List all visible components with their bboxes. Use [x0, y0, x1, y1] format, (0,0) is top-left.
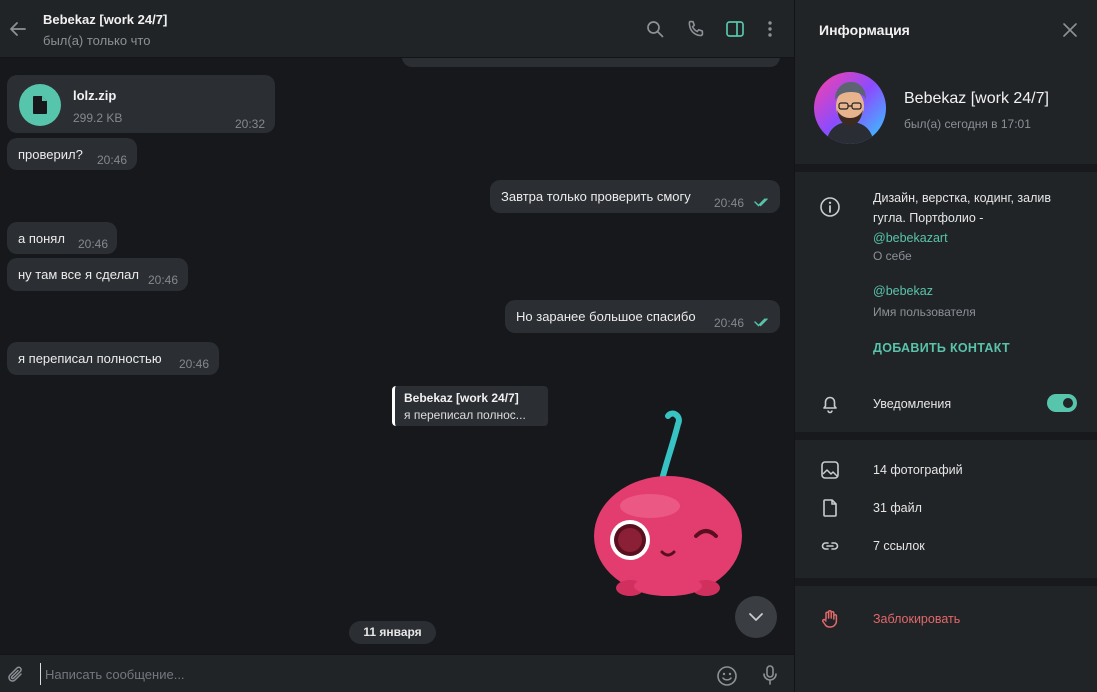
- add-contact-button[interactable]: ДОБАВИТЬ КОНТАКТ: [873, 341, 1010, 355]
- block-user-button[interactable]: Заблокировать: [873, 612, 960, 626]
- close-icon[interactable]: [1062, 22, 1078, 38]
- contact-status: был(а) сегодня в 17:01: [904, 117, 1031, 131]
- message-text: проверил?: [18, 147, 83, 162]
- chat-header: Bebekaz [work 24/7] был(а) только что: [0, 0, 794, 58]
- bio-caption: О себе: [873, 249, 912, 263]
- file-size: 299.2 KB: [73, 111, 123, 125]
- username-caption: Имя пользователя: [873, 305, 976, 319]
- message-time: 20:46: [714, 316, 745, 330]
- bell-icon: [823, 396, 837, 414]
- contact-name: Bebekaz [work 24/7]: [904, 90, 1049, 107]
- message-time: 20:46: [78, 237, 109, 251]
- toggle-knob: [1061, 396, 1075, 410]
- document-icon: [33, 96, 47, 114]
- link-icon: [821, 542, 839, 550]
- message-time: 20:46: [148, 273, 179, 287]
- message-bubble-out[interactable]: Но заранее большое спасибо 20:46: [505, 300, 780, 333]
- microphone-icon[interactable]: [760, 664, 780, 686]
- message-text: Завтра только проверить смогу: [501, 189, 691, 204]
- avatar[interactable]: [814, 72, 886, 144]
- photo-icon: [821, 461, 839, 479]
- bio-text: Дизайн, верстка, кодинг, залив гугла. По…: [873, 188, 1083, 248]
- message-text: я переписал полностью: [18, 351, 162, 366]
- back-arrow-icon[interactable]: [8, 19, 28, 39]
- reply-author: Bebekaz [work 24/7]: [404, 391, 519, 405]
- section-divider: [795, 164, 1097, 172]
- section-divider: [795, 578, 1097, 586]
- cherry-sticker[interactable]: [590, 408, 750, 608]
- read-checkmarks-icon: [754, 198, 768, 207]
- paperclip-icon[interactable]: [6, 665, 26, 685]
- message-bubble-in[interactable]: ну там все я сделал 20:46: [7, 258, 188, 291]
- info-panel: Информация Bebekaz [work 24/7] был(а) се…: [794, 0, 1097, 692]
- message-text: а понял: [18, 231, 65, 246]
- message-bubble-in[interactable]: а понял 20:46: [7, 222, 117, 254]
- username[interactable]: @bebekaz: [873, 284, 933, 298]
- chat-area: Bebekaz [work 24/7] был(а) только что lo…: [0, 0, 794, 692]
- message-bubble-out[interactable]: Завтра только проверить смогу 20:46: [490, 180, 780, 213]
- message-input[interactable]: [40, 663, 680, 685]
- bio-link[interactable]: @bebekazart: [873, 231, 948, 245]
- avatar-image: [814, 72, 886, 144]
- file-name[interactable]: lolz.zip: [73, 88, 116, 103]
- message-bubble-in[interactable]: я переписал полностью 20:46: [7, 342, 219, 375]
- search-icon[interactable]: [645, 19, 665, 39]
- chat-status: был(а) только что: [43, 33, 151, 48]
- notifications-toggle[interactable]: [1047, 394, 1077, 412]
- files-link[interactable]: 31 файл: [873, 501, 922, 515]
- file-icon: [823, 499, 837, 517]
- section-divider: [795, 432, 1097, 440]
- reply-text: я переписал полнос...: [404, 408, 526, 422]
- photos-link[interactable]: 14 фотографий: [873, 463, 963, 477]
- message-list[interactable]: lolz.zip 299.2 KB 20:32 проверил? 20:46 …: [0, 58, 794, 654]
- bio-description: Дизайн, верстка, кодинг, залив гугла. По…: [873, 191, 1052, 225]
- info-title: Информация: [819, 22, 910, 38]
- phone-icon[interactable]: [686, 19, 706, 39]
- links-link[interactable]: 7 ссылок: [873, 539, 925, 553]
- message-time: 20:32: [235, 117, 266, 131]
- message-text: ну там все я сделал: [18, 267, 139, 282]
- message-time: 20:46: [179, 357, 210, 371]
- more-menu-icon[interactable]: [760, 19, 780, 39]
- message-time: 20:46: [97, 153, 128, 167]
- message-time: 20:46: [714, 196, 745, 210]
- file-icon[interactable]: [19, 84, 61, 126]
- read-checkmarks-icon: [754, 318, 768, 327]
- block-hand-icon: [822, 610, 838, 628]
- scroll-down-button[interactable]: [735, 596, 777, 638]
- notifications-label: Уведомления: [873, 397, 952, 411]
- message-text: Но заранее большое спасибо: [516, 309, 696, 324]
- message-bubble-in[interactable]: проверил? 20:46: [7, 138, 137, 170]
- message-composer: [0, 654, 794, 692]
- chevron-down-icon: [749, 613, 763, 621]
- info-circle-icon: [820, 197, 840, 217]
- sidebar-toggle-icon[interactable]: [725, 19, 745, 39]
- file-message[interactable]: lolz.zip 299.2 KB 20:32: [7, 75, 275, 133]
- reply-preview[interactable]: Bebekaz [work 24/7] я переписал полнос..…: [392, 386, 548, 426]
- date-separator: 11 января: [349, 621, 436, 644]
- message-bubble-partial: [402, 58, 780, 67]
- chat-title[interactable]: Bebekaz [work 24/7]: [43, 12, 167, 27]
- emoji-icon[interactable]: [716, 665, 738, 687]
